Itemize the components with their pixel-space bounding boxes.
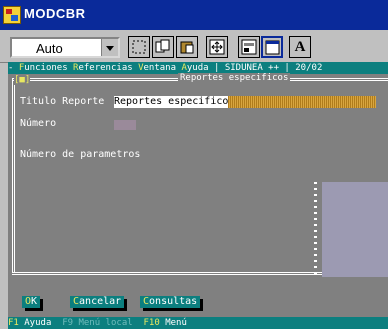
font-size-dropdown[interactable]: Auto xyxy=(10,37,120,58)
titulo-reporte-input-fill[interactable] xyxy=(228,96,376,108)
marquee-select-icon xyxy=(132,40,146,54)
menu-funciones[interactable]: Funciones xyxy=(19,63,68,73)
dialog-title: Reportes especificos xyxy=(178,73,291,83)
terminal-screen: - Funciones Referencias Ventana Ayuda | … xyxy=(8,62,388,329)
fullscreen-icon xyxy=(209,39,225,55)
properties-icon xyxy=(241,39,257,55)
copy-icon xyxy=(155,39,170,53)
window-icon xyxy=(265,40,280,55)
background-button[interactable] xyxy=(261,36,283,58)
system-name: SIDUNEA ++ xyxy=(224,63,279,73)
numero-input[interactable] xyxy=(114,120,136,130)
status-key-f9: F9 xyxy=(62,318,74,328)
titulo-reporte-label: Titulo Reporte xyxy=(20,96,105,107)
status-menu[interactable]: Menú xyxy=(165,318,187,328)
select-button[interactable] xyxy=(128,36,150,58)
fullscreen-button[interactable] xyxy=(206,36,228,58)
title-bar: MODCBR xyxy=(0,0,388,30)
status-menu-local[interactable]: Menú local xyxy=(78,318,132,328)
report-dialog: [■] Reportes especificos Titulo Reporte … xyxy=(8,73,388,317)
cancelar-button[interactable]: Cancelar xyxy=(70,296,125,308)
chevron-down-icon[interactable] xyxy=(101,39,118,56)
menu-date: 20/02 xyxy=(295,63,323,73)
paste-button[interactable] xyxy=(176,36,198,58)
toolbar: Auto A xyxy=(0,30,388,63)
app-icon[interactable] xyxy=(3,6,21,24)
titulo-reporte-input[interactable]: Reportes especificos xyxy=(114,96,235,108)
paste-icon xyxy=(180,41,194,54)
ok-button[interactable]: OK xyxy=(22,296,41,308)
status-ayuda[interactable]: Ayuda xyxy=(24,318,51,328)
status-key-f1: F1 xyxy=(8,318,19,328)
scrollbar-track[interactable] xyxy=(314,182,317,277)
numero-label: Número xyxy=(20,118,57,129)
status-bar: F1 Ayuda F9 Menú local F10 Menú xyxy=(8,317,388,329)
menu-ayuda[interactable]: Ayuda xyxy=(181,63,208,73)
menu-referencias[interactable]: Referencias xyxy=(73,63,133,73)
properties-button[interactable] xyxy=(238,36,260,58)
window-title: MODCBR xyxy=(24,6,86,21)
close-box-icon[interactable]: [■] xyxy=(14,75,31,85)
parameters-list[interactable] xyxy=(322,182,388,277)
font-button[interactable]: A xyxy=(289,36,311,58)
status-key-f10: F10 xyxy=(143,318,160,328)
font-size-value: Auto xyxy=(36,41,63,56)
frame-border-left xyxy=(12,78,15,273)
menu-ventana[interactable]: Ventana xyxy=(138,63,176,73)
consultas-button[interactable]: Consultas xyxy=(140,296,201,308)
copy-button[interactable] xyxy=(152,36,174,58)
parametros-label: Número de parametros xyxy=(20,149,141,160)
